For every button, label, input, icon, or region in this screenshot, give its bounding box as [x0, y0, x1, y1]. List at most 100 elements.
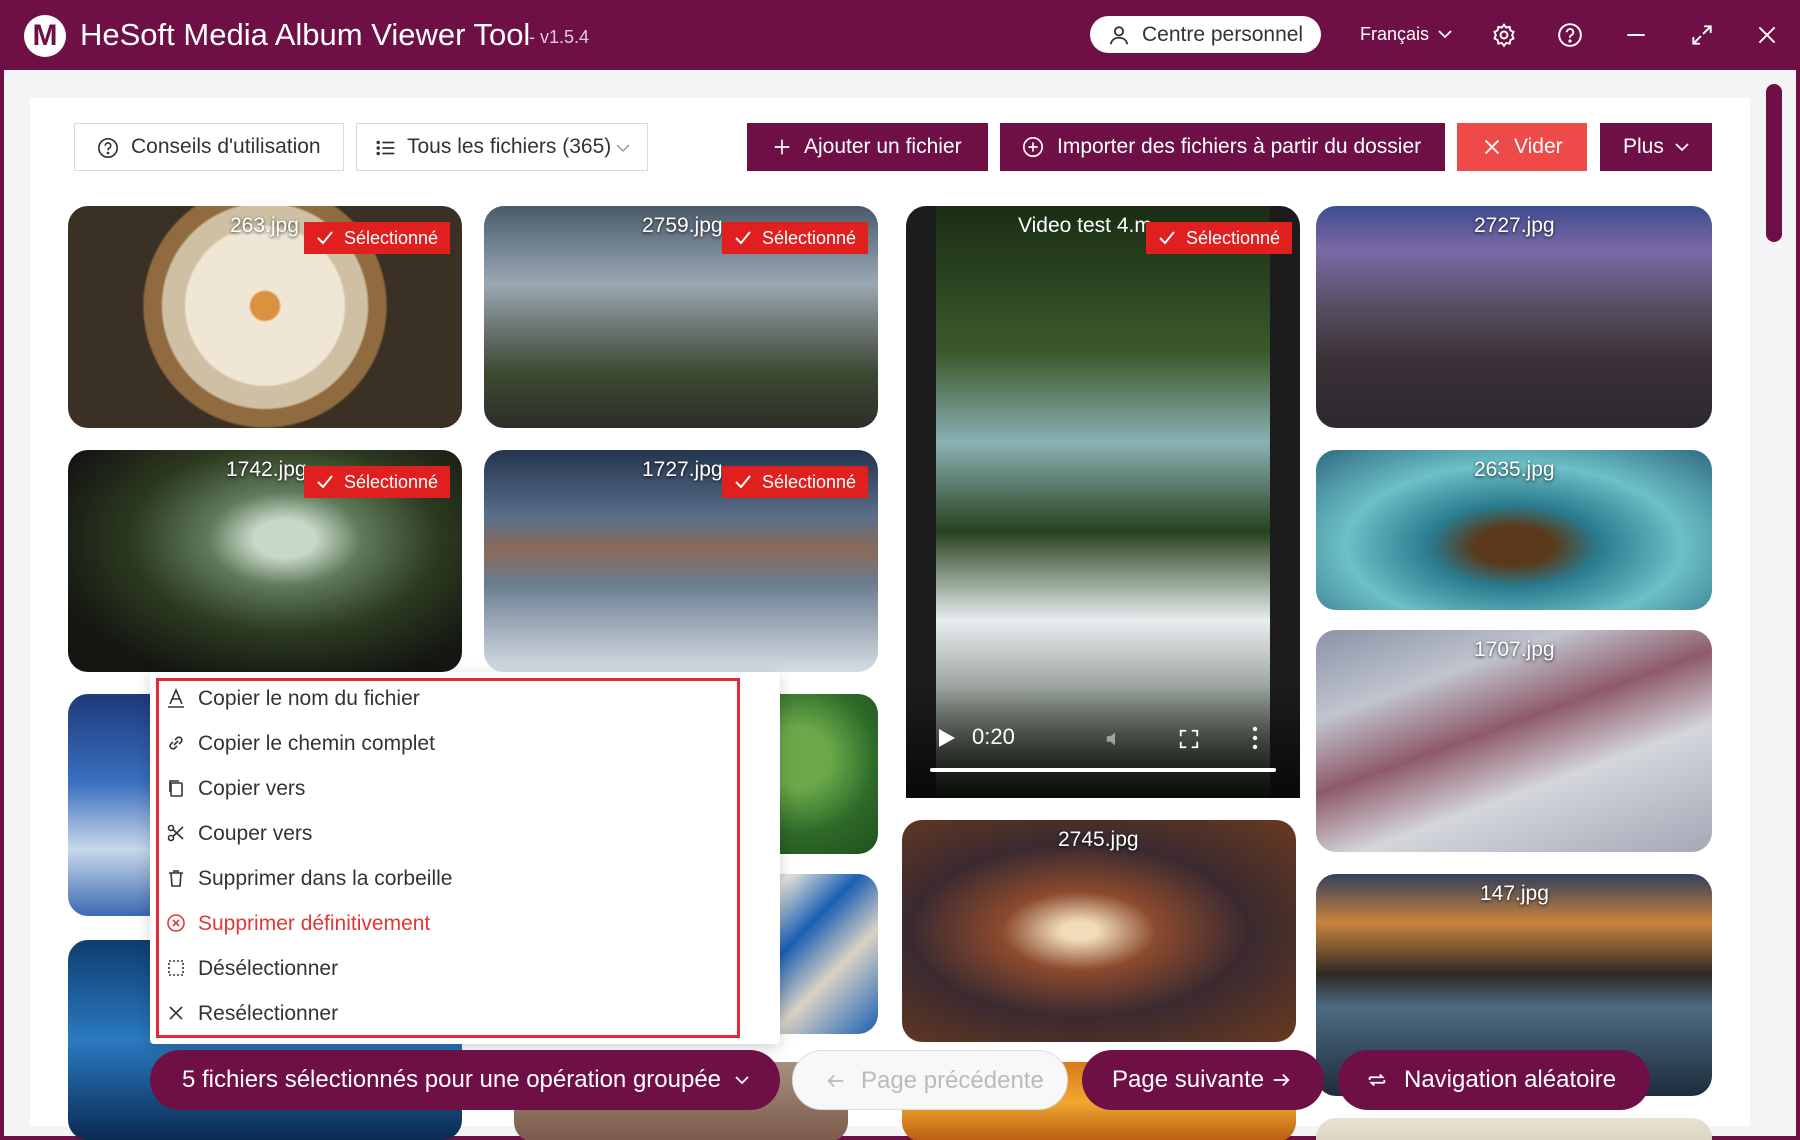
add-file-button[interactable]: Ajouter un fichier	[747, 123, 988, 171]
gallery-tile[interactable]: 1707.jpg	[1316, 630, 1712, 852]
menu-item-copy-to[interactable]: Copier vers	[160, 766, 730, 811]
x-icon	[169, 1006, 183, 1020]
app-logo: M	[24, 15, 66, 57]
user-icon	[1109, 26, 1129, 45]
more-label: Plus	[1623, 135, 1664, 158]
tile-filename: 1742.jpg	[226, 458, 307, 481]
link-icon	[169, 736, 183, 750]
play-icon[interactable]	[938, 728, 956, 748]
video-controls: 0:20	[906, 686, 1300, 798]
menu-item-reselect[interactable]: Resélectionner	[160, 991, 730, 1036]
next-page-label: Page suivante	[1112, 1066, 1265, 1093]
menu-item-copy-full-path[interactable]: Copier le chemin complet	[160, 721, 730, 766]
app-version: - v1.5.4	[529, 27, 590, 47]
tile-filename: 1707.jpg	[1474, 638, 1555, 661]
x-icon	[1484, 139, 1500, 155]
circle-plus-icon	[1023, 137, 1043, 157]
trash-icon	[169, 870, 183, 887]
selected-badge-label: Sélectionné	[762, 472, 857, 492]
text-a-icon	[168, 688, 184, 708]
close-icon[interactable]	[1754, 22, 1780, 48]
personal-center-button[interactable]: Centre personnel	[1090, 16, 1321, 53]
file-filter-select[interactable]: Tous les fichiers (365)	[356, 123, 648, 171]
deselect-icon	[168, 960, 184, 976]
tile-filename: 263.jpg	[230, 214, 299, 237]
clear-button[interactable]: Vider	[1457, 123, 1587, 171]
gallery-tile[interactable]: 2759.jpg Sélectionné	[484, 206, 878, 428]
language-select[interactable]: Français	[1360, 24, 1429, 45]
gear-icon[interactable]	[1491, 22, 1517, 48]
check-icon	[735, 475, 751, 489]
gallery-tile[interactable]: 2745.jpg	[902, 820, 1296, 1042]
random-navigation-button[interactable]: Navigation aléatoire	[1338, 1050, 1650, 1110]
more-vertical-icon[interactable]	[1252, 726, 1258, 750]
context-menu: Copier le nom du fichier Copier le chemi…	[150, 672, 780, 1044]
batch-operation-button[interactable]: 5 fichiers sélectionnés pour une opérati…	[150, 1050, 780, 1110]
gallery-tile[interactable]: 2635.jpg	[1316, 450, 1712, 610]
plus-icon	[774, 139, 790, 155]
menu-item-move-to-trash[interactable]: Supprimer dans la corbeille	[160, 856, 730, 901]
gallery-tile[interactable]: 263.jpg Sélectionné	[68, 206, 462, 428]
volume-icon[interactable]	[1104, 728, 1126, 750]
selected-badge: Sélectionné	[304, 222, 451, 254]
gallery-tile[interactable]: 2727.jpg	[1316, 206, 1712, 428]
help-icon	[98, 138, 118, 158]
selected-badge-label: Sélectionné	[344, 228, 439, 248]
video-progress-bar[interactable]	[930, 768, 1276, 772]
selected-badge: Sélectionné	[1146, 222, 1293, 254]
arrow-right-icon	[1273, 1073, 1290, 1087]
selected-badge: Sélectionné	[304, 466, 451, 498]
gallery-tile[interactable]	[1316, 1118, 1712, 1140]
selected-badge-label: Sélectionné	[1186, 228, 1281, 248]
gallery-tile[interactable]: 1727.jpg Sélectionné	[484, 450, 878, 672]
check-icon	[317, 475, 333, 489]
clear-label: Vider	[1514, 135, 1563, 158]
menu-item-copy-filename[interactable]: Copier le nom du fichier	[160, 676, 730, 721]
video-player[interactable]: Video test 4.m Sélectionné 0:20	[906, 206, 1300, 798]
import-folder-label: Importer des fichiers à partir du dossie…	[1057, 135, 1422, 158]
help-icon[interactable]	[1557, 22, 1583, 48]
check-icon	[317, 231, 333, 245]
tile-filename: 2745.jpg	[1058, 828, 1139, 851]
minimize-icon[interactable]	[1623, 22, 1649, 48]
tile-filename: 2727.jpg	[1474, 214, 1555, 237]
more-button[interactable]: Plus	[1600, 123, 1712, 171]
previous-page-label: Page précédente	[861, 1067, 1044, 1094]
next-page-button[interactable]: Page suivante	[1082, 1050, 1324, 1110]
selected-badge: Sélectionné	[722, 222, 869, 254]
app-title: HeSoft Media Album Viewer Tool	[80, 17, 531, 52]
batch-operation-label: 5 fichiers sélectionnés pour une opérati…	[182, 1066, 722, 1093]
arrow-left-icon	[827, 1074, 844, 1088]
chevron-down-icon[interactable]	[1437, 26, 1453, 42]
scissors-icon	[167, 824, 184, 842]
check-icon	[1159, 231, 1175, 245]
video-title: Video test 4.m	[1018, 214, 1152, 237]
title-bar: M HeSoft Media Album Viewer Tool - v1.5.…	[0, 0, 1800, 70]
tile-filename: 2635.jpg	[1474, 458, 1555, 481]
import-folder-button[interactable]: Importer des fichiers à partir du dossie…	[1000, 123, 1445, 171]
usage-tips-button[interactable]: Conseils d'utilisation	[74, 123, 344, 171]
selected-badge: Sélectionné	[722, 466, 869, 498]
usage-tips-label: Conseils d'utilisation	[131, 135, 321, 158]
menu-item-cut-to[interactable]: Couper vers	[160, 811, 730, 856]
menu-item-delete-permanently[interactable]: Supprimer définitivement	[160, 901, 730, 946]
selected-badge-label: Sélectionné	[344, 472, 439, 492]
chevron-down-icon	[735, 1076, 749, 1085]
tile-filename: 147.jpg	[1480, 882, 1549, 905]
personal-center-label: Centre personnel	[1142, 23, 1304, 46]
chevron-down-icon	[1675, 143, 1689, 152]
fullscreen-icon[interactable]	[1178, 728, 1200, 750]
tile-filename: 1727.jpg	[642, 458, 723, 481]
maximize-icon[interactable]	[1689, 22, 1715, 48]
scrollbar-thumb[interactable]	[1766, 84, 1782, 242]
circle-x-icon	[167, 914, 185, 932]
selected-badge-label: Sélectionné	[762, 228, 857, 248]
gallery-tile[interactable]: 1742.jpg Sélectionné	[68, 450, 462, 672]
list-icon	[376, 140, 395, 156]
chevron-down-icon	[616, 144, 630, 153]
random-navigation-label: Navigation aléatoire	[1404, 1066, 1617, 1093]
add-file-label: Ajouter un fichier	[804, 135, 962, 158]
menu-item-deselect[interactable]: Désélectionner	[160, 946, 730, 991]
previous-page-button[interactable]: Page précédente	[792, 1050, 1068, 1110]
video-time: 0:20	[972, 724, 1015, 749]
